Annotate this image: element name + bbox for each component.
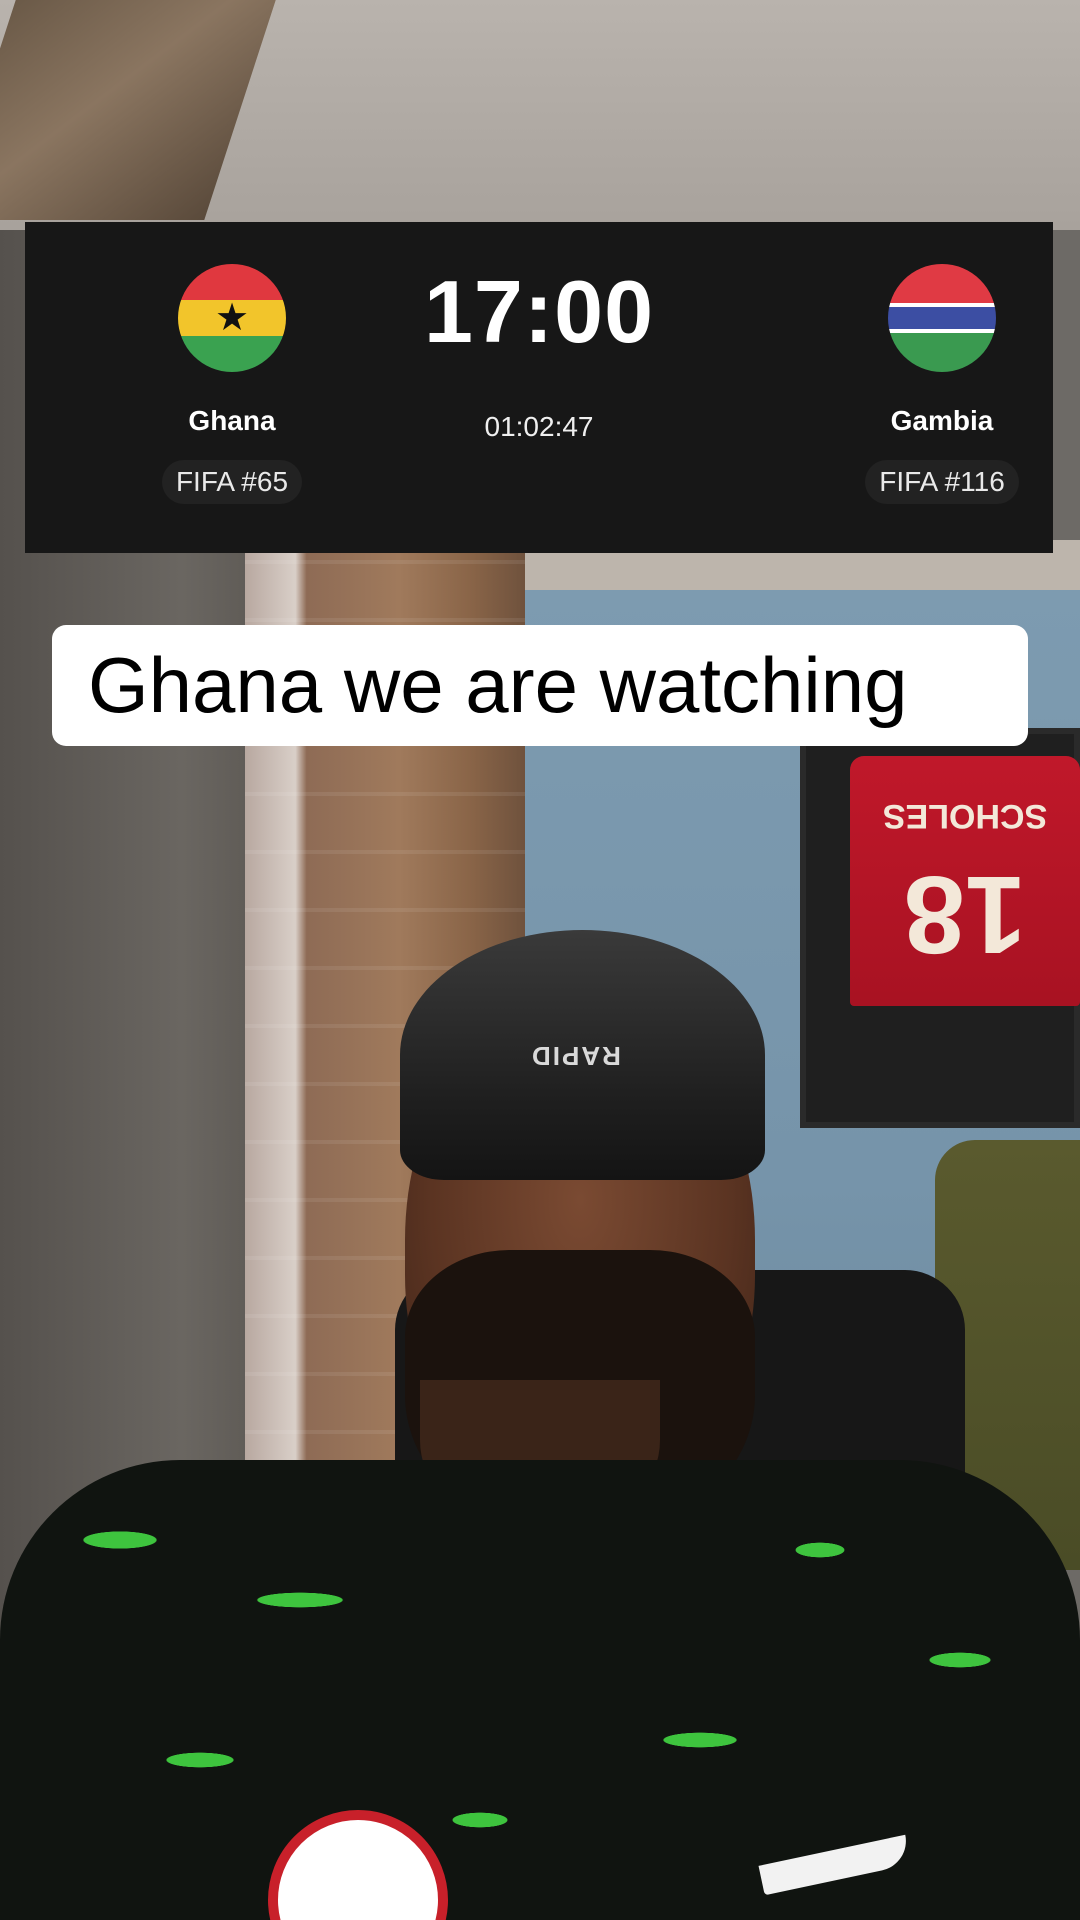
caption-text: Ghana we are watching (52, 625, 1028, 746)
framed-jersey: SCHOLES 18 (800, 728, 1080, 1128)
person-shirt (0, 1460, 1080, 1920)
ghana-flag-icon: ★ (178, 264, 286, 372)
star-icon: ★ (214, 297, 250, 339)
video-frame: SCHOLES 18 RAPID ★ Ghana FIFA #65 17:00 … (0, 0, 1080, 1920)
jersey-name: SCHOLES (882, 797, 1048, 835)
away-team: Gambia FIFA #116 (842, 264, 1042, 504)
countdown-timer: 01:02:47 (484, 411, 594, 442)
jersey-number: 18 (903, 853, 1027, 976)
away-team-name: Gambia (890, 405, 994, 436)
durag: RAPID (400, 930, 765, 1180)
jersey: SCHOLES 18 (850, 756, 1080, 1006)
home-team-rank-badge: FIFA #65 (161, 460, 303, 504)
home-team-name: Ghana (188, 405, 276, 436)
away-team-rank-badge: FIFA #116 (865, 460, 1019, 504)
kickoff-time: 17:00 (423, 262, 655, 361)
gambia-flag-icon (888, 264, 996, 372)
durag-text: RAPID (530, 1041, 621, 1071)
match-scoreboard: ★ Ghana FIFA #65 17:00 01:02:47 Gambia F… (25, 222, 1053, 553)
match-time: 17:00 01:02:47 (389, 262, 689, 444)
home-team: ★ Ghana FIFA #65 (132, 264, 332, 504)
